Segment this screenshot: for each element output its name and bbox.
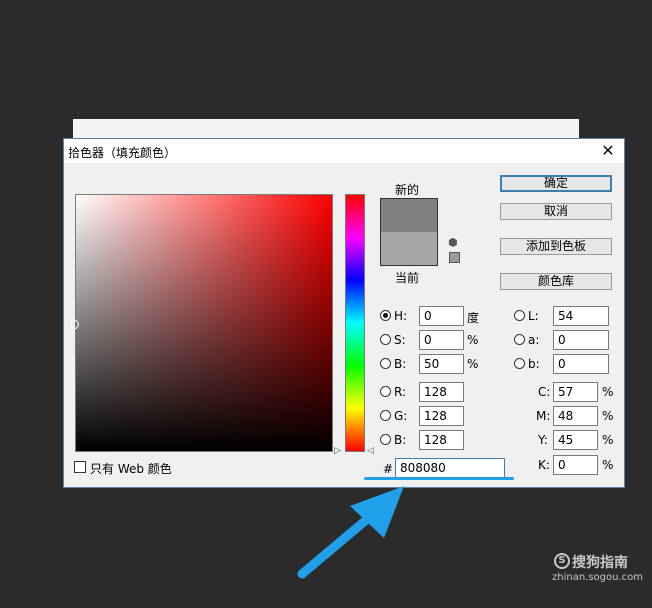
watermark-brand: 搜狗指南 [572,555,628,571]
watermark-url: zhinan.sogou.com [552,572,644,583]
watermark: S 搜狗指南 zhinan.sogou.com [550,548,650,588]
annotation-arrow [297,486,404,579]
sogou-logo-icon: S [554,553,570,569]
